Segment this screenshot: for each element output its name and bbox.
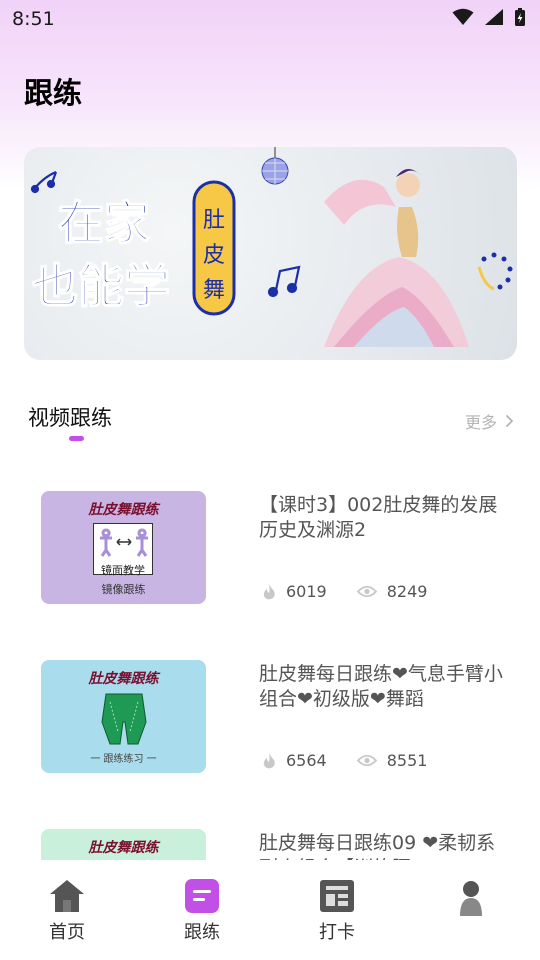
music-note-icon	[30, 170, 58, 194]
video-title: 肚皮舞每日跟练❤气息手臂小组合❤初级版❤舞蹈	[259, 663, 503, 710]
status-time: 8:51	[12, 8, 55, 30]
thumbnail-title: 肚皮舞跟练	[88, 840, 159, 856]
eye-icon	[356, 754, 377, 767]
banner-tag-char: 皮	[203, 243, 225, 268]
banner-artwork: 在家 也能学 肚 皮 舞	[30, 147, 513, 347]
leggings-figure-icon	[101, 693, 147, 745]
more-link[interactable]: 更多	[465, 409, 514, 433]
page-title: 跟练	[24, 76, 83, 110]
video-card[interactable]: 肚皮舞跟练 镜面教学 镜像跟练 【课时3】002肚皮舞的发展历史及渊源2 601…	[0, 491, 540, 631]
thumbnail-caption: 镜像跟练	[101, 583, 146, 596]
bottom-nav: 首页 跟练 打卡	[0, 860, 540, 960]
banner-tag-char: 舞	[203, 278, 225, 303]
flame-icon	[263, 584, 275, 600]
promo-banner[interactable]: 在家 也能学 肚 皮 舞	[24, 147, 517, 360]
music-note-icon	[267, 265, 301, 298]
more-label: 更多	[464, 413, 497, 432]
nav-label-home: 首页	[49, 922, 85, 943]
eye-icon	[356, 585, 377, 598]
banner-line1: 在家	[58, 196, 150, 250]
mirror-figures-icon	[100, 528, 148, 557]
views-count: 8249	[386, 582, 428, 601]
banner-line2: 也能学	[32, 259, 170, 313]
chevron-right-icon	[505, 414, 514, 428]
section-title: 视频跟练	[28, 406, 112, 430]
wifi-icon	[452, 8, 474, 25]
video-title: 【课时3】002肚皮舞的发展历史及渊源2	[259, 494, 498, 541]
nav-item-home[interactable]: 首页	[22, 878, 112, 944]
video-thumbnail: 肚皮舞跟练 镜面教学 镜像跟练	[41, 491, 206, 604]
disco-ball-icon	[261, 147, 289, 185]
thumbnail-title: 肚皮舞跟练	[88, 671, 159, 687]
section-indicator	[69, 436, 84, 441]
dancer-illustration	[324, 169, 469, 347]
views-stat: 8551	[356, 751, 428, 770]
nav-item-practice[interactable]: 跟练	[157, 878, 247, 944]
signal-icon	[485, 9, 503, 25]
battery-icon	[515, 8, 525, 26]
practice-icon	[185, 879, 219, 913]
status-bar: 8:51	[0, 0, 540, 38]
thumbnail-title: 肚皮舞跟练	[88, 502, 159, 518]
nav-item-profile[interactable]	[426, 878, 516, 920]
video-stats: 6564 8551	[262, 751, 427, 770]
video-stats: 6019 8249	[262, 582, 427, 601]
video-thumbnail: 肚皮舞跟练 一 跟练练习 一	[41, 660, 206, 773]
profile-icon	[460, 881, 482, 916]
nav-item-checkin[interactable]: 打卡	[292, 878, 382, 944]
flame-icon	[263, 753, 275, 769]
nav-label-practice: 跟练	[184, 922, 220, 943]
views-stat: 8249	[356, 582, 428, 601]
mirror-figure-box: 镜面教学	[93, 523, 153, 577]
status-icons	[452, 7, 526, 27]
banner-tag-char: 肚	[203, 208, 225, 233]
nav-label-checkin: 打卡	[319, 922, 355, 943]
likes-stat: 6564	[262, 751, 327, 770]
checkin-icon	[320, 880, 354, 912]
thumbnail-caption: 一 跟练练习 一	[90, 754, 157, 765]
likes-stat: 6019	[262, 582, 327, 601]
video-card[interactable]: 肚皮舞跟练 一 跟练练习 一 肚皮舞每日跟练❤气息手臂小组合❤初级版❤舞蹈 65…	[0, 660, 540, 800]
likes-count: 6019	[286, 582, 327, 601]
views-count: 8551	[386, 751, 428, 770]
thumbnail-subtitle: 镜面教学	[101, 564, 145, 577]
likes-count: 6564	[286, 751, 327, 770]
home-icon	[50, 880, 84, 912]
